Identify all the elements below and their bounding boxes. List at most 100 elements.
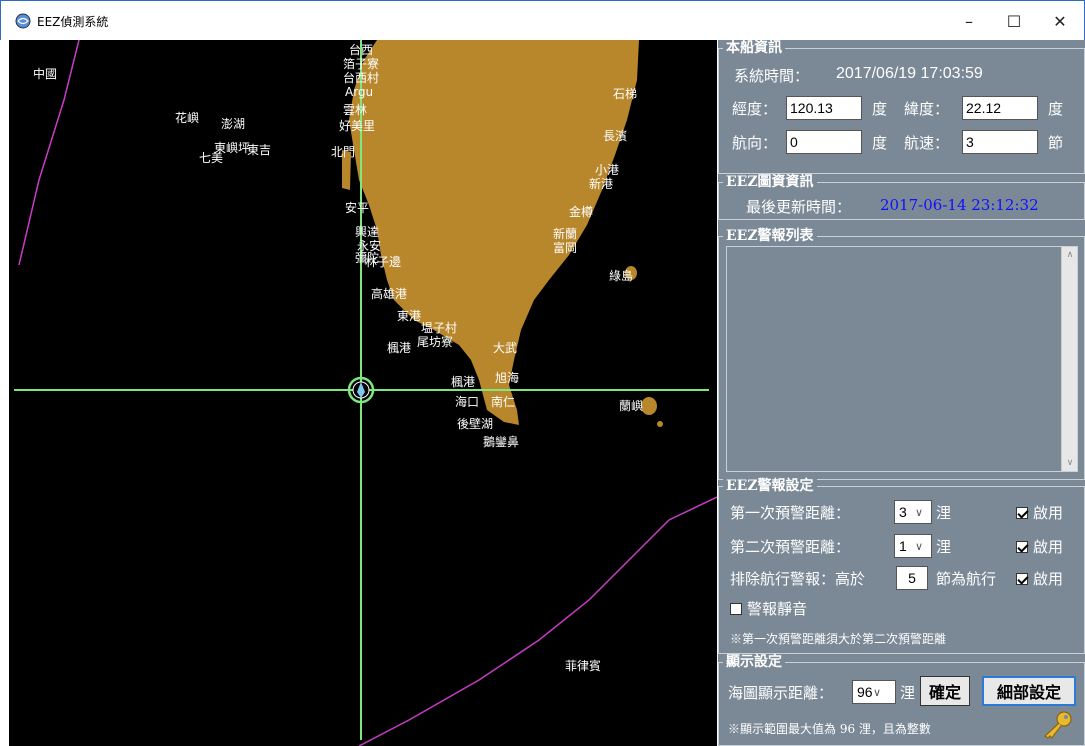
key-icon[interactable] bbox=[1040, 710, 1074, 740]
place-label: 楓港 bbox=[387, 341, 412, 355]
first-warning-select[interactable]: 3 ∨ bbox=[894, 500, 932, 524]
place-label: 富岡 bbox=[553, 241, 578, 255]
latitude-label: 緯度： bbox=[904, 100, 950, 118]
chart-distance-value: 96 bbox=[857, 684, 873, 700]
system-time-value: 2017/06/19 17:03:59 bbox=[836, 65, 983, 82]
alert-settings-note: ※第一次預警距離須大於第二次預警距離 bbox=[730, 632, 947, 646]
heading-unit: 度 bbox=[872, 134, 888, 152]
sea-chart-map[interactable]: 中國 花嶼 東嶼坪 東吉 澎湖 七美 台西 箔子寮 台西村 Argu 雲林 好美… bbox=[9, 40, 717, 746]
place-label: Argu bbox=[345, 85, 374, 99]
small-islet bbox=[657, 421, 663, 427]
eez-alert-list-title: EEZ警報列表 bbox=[723, 228, 817, 244]
display-settings-title: 顯示設定 bbox=[723, 654, 785, 670]
chevron-down-icon: ∨ bbox=[873, 686, 882, 699]
map-graphics bbox=[14, 40, 717, 746]
second-warning-label: 第二次預警距離： bbox=[730, 538, 851, 556]
eez-map-info-title: EEZ圖資資訊 bbox=[723, 174, 817, 190]
app-icon bbox=[15, 13, 31, 29]
first-warning-enable[interactable]: 啟用 bbox=[1016, 502, 1063, 523]
speed-field[interactable]: 3 bbox=[962, 130, 1038, 154]
place-label: 鵝鑾鼻 bbox=[483, 435, 520, 449]
place-label: 菲律賓 bbox=[565, 659, 602, 673]
place-label: 蘭嶼 bbox=[619, 399, 644, 413]
orchid-island bbox=[641, 397, 657, 415]
checkbox-unchecked-icon[interactable] bbox=[730, 602, 742, 615]
second-warning-select[interactable]: 1 ∨ bbox=[894, 534, 932, 558]
taiwan-land bbox=[349, 40, 639, 425]
eez-line-south bbox=[358, 496, 717, 746]
place-label: 金樽 bbox=[569, 205, 594, 219]
control-panel: 本船資訊 系統時間： 2017/06/19 17:03:59 經度： 120.1… bbox=[718, 40, 1085, 746]
longitude-unit: 度 bbox=[872, 100, 888, 118]
exclude-speed-field[interactable]: 5 bbox=[896, 566, 928, 590]
chart-distance-unit: 浬 bbox=[900, 684, 916, 702]
speed-unit: 節 bbox=[1048, 134, 1064, 152]
place-label: 長濱 bbox=[603, 129, 628, 143]
detail-settings-button[interactable]: 細部設定 bbox=[982, 676, 1076, 706]
place-label: 林子邊 bbox=[365, 255, 402, 269]
exclude-navigation-suffix: 節為航行 bbox=[936, 570, 997, 588]
scroll-up-icon[interactable]: ∧ bbox=[1062, 247, 1078, 263]
system-time-label: 系統時間： bbox=[734, 67, 810, 85]
checkbox-checked-icon[interactable] bbox=[1016, 572, 1028, 585]
last-update-value: 2017-06-14 23:12:32 bbox=[880, 196, 1039, 214]
longitude-field[interactable]: 120.13 bbox=[786, 96, 862, 120]
place-label: 雲林 bbox=[343, 103, 368, 117]
place-label: 石梯 bbox=[613, 87, 638, 101]
display-settings-note: ※顯示範圍最大值為 96 浬，且為整數 bbox=[728, 722, 931, 736]
second-warning-value: 1 bbox=[899, 538, 907, 554]
place-label: 新港 bbox=[589, 177, 614, 191]
place-label: 澎湖 bbox=[221, 117, 246, 131]
place-label: 東港 bbox=[397, 309, 422, 323]
window-title: EEZ偵測系統 bbox=[37, 15, 109, 29]
maximize-button[interactable]: ☐ bbox=[991, 1, 1037, 41]
place-label: 新蘭 bbox=[553, 227, 578, 241]
chevron-down-icon: ∨ bbox=[915, 540, 924, 553]
second-warning-unit: 浬 bbox=[936, 538, 952, 556]
alert-listbox[interactable]: ∧ ∨ bbox=[726, 246, 1078, 472]
place-label: 中國 bbox=[33, 67, 58, 81]
scroll-down-icon[interactable]: ∨ bbox=[1062, 455, 1078, 471]
place-label: 好美里 bbox=[339, 119, 376, 133]
minimize-button[interactable]: – bbox=[946, 1, 992, 41]
heading-label: 航向： bbox=[732, 134, 778, 152]
place-label: 後壁湖 bbox=[457, 417, 494, 431]
place-label: 東吉 bbox=[247, 143, 272, 157]
last-update-label: 最後更新時間： bbox=[746, 198, 852, 216]
alert-list-scrollbar[interactable]: ∧ ∨ bbox=[1061, 247, 1077, 471]
first-warning-label: 第一次預警距離： bbox=[730, 504, 851, 522]
second-warning-enable[interactable]: 啟用 bbox=[1016, 536, 1063, 557]
place-label: 旭海 bbox=[495, 371, 520, 385]
place-label: 七美 bbox=[199, 151, 224, 165]
mute-alarm-checkbox[interactable]: 警報靜音 bbox=[730, 598, 807, 619]
chevron-down-icon: ∨ bbox=[915, 506, 924, 519]
place-label: 綠島 bbox=[609, 269, 634, 283]
place-label: 尾坊寮 bbox=[417, 335, 454, 349]
first-warning-unit: 浬 bbox=[936, 504, 952, 522]
heading-field[interactable]: 0 bbox=[786, 130, 862, 154]
place-label: 南仁 bbox=[491, 395, 516, 409]
second-warning-enable-label: 啟用 bbox=[1033, 538, 1064, 556]
place-label: 楓港 bbox=[451, 375, 476, 389]
chart-distance-select[interactable]: 96 ∨ bbox=[852, 680, 896, 704]
place-label: 高雄港 bbox=[371, 287, 408, 301]
ship-info-title: 本船資訊 bbox=[723, 40, 785, 56]
eez-alert-settings-title: EEZ警報設定 bbox=[723, 478, 817, 494]
place-label: 安平 bbox=[345, 201, 370, 215]
chart-distance-label: 海圖顯示距離： bbox=[728, 684, 834, 702]
checkbox-checked-icon[interactable] bbox=[1016, 540, 1028, 553]
ship-marker[interactable] bbox=[347, 376, 375, 404]
mute-alarm-label: 警報靜音 bbox=[747, 600, 808, 618]
place-label: 箔子寮 bbox=[343, 57, 380, 71]
longitude-label: 經度： bbox=[732, 100, 778, 118]
speed-label: 航速： bbox=[904, 134, 950, 152]
place-label: 台西 bbox=[349, 43, 374, 57]
place-label: 花嶼 bbox=[175, 111, 200, 125]
checkbox-checked-icon[interactable] bbox=[1016, 506, 1028, 519]
latitude-unit: 度 bbox=[1048, 100, 1064, 118]
place-label: 塭子村 bbox=[421, 321, 458, 335]
latitude-field[interactable]: 22.12 bbox=[962, 96, 1038, 120]
exclude-navigation-enable[interactable]: 啟用 bbox=[1016, 568, 1063, 589]
confirm-button[interactable]: 確定 bbox=[920, 676, 970, 706]
close-button[interactable]: ✕ bbox=[1037, 1, 1083, 41]
